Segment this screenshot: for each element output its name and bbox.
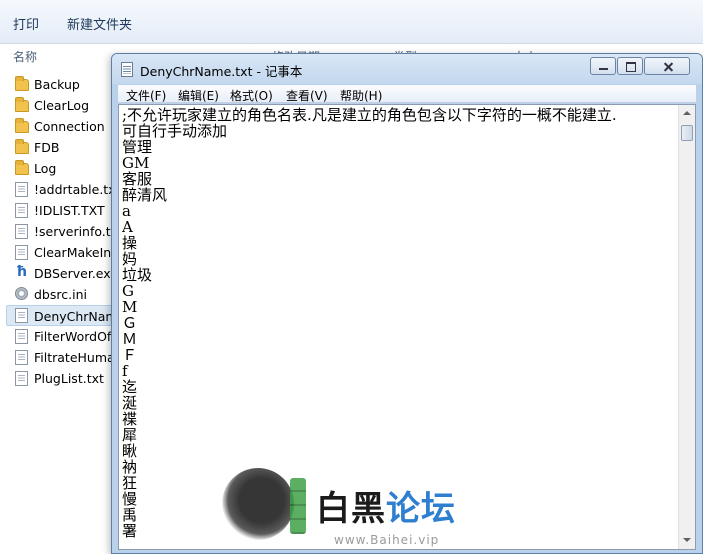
minimize-button[interactable]: [590, 57, 616, 75]
notepad-app-icon[interactable]: [121, 62, 133, 77]
file-item[interactable]: PlugList.txt: [0, 368, 114, 389]
text-file-icon: [15, 371, 28, 386]
file-name: DBServer.exe: [34, 266, 114, 281]
text-line: 客服: [122, 171, 153, 187]
text-line: f: [122, 363, 128, 379]
text-line: 褋: [122, 411, 138, 427]
text-file-icon: [15, 329, 28, 344]
file-item[interactable]: FiltrateHuman: [0, 347, 114, 368]
file-item[interactable]: DBServer.exe: [0, 263, 114, 284]
file-name: !IDLIST.TXT: [34, 203, 105, 218]
menu-bar: 文件(F) 编辑(E) 格式(O) 查看(V) 帮助(H): [118, 85, 696, 103]
explorer-toolbar: 打印 新建文件夹: [0, 0, 703, 44]
text-line: 可自行手动添加: [122, 123, 228, 139]
vertical-scrollbar[interactable]: [678, 105, 695, 549]
scroll-up-arrow-icon[interactable]: [679, 105, 695, 122]
exe-file-icon: [15, 263, 28, 283]
text-file-icon: [15, 350, 28, 365]
text-file-icon: [15, 245, 28, 260]
maximize-button[interactable]: [617, 57, 643, 75]
text-editor[interactable]: ;不允许玩家建立的角色名表.凡是建立的角色包含以下字符的一概不能建立. 可自行手动…: [118, 104, 696, 550]
text-line: 管理: [122, 139, 153, 155]
print-button[interactable]: 打印: [13, 14, 39, 33]
text-line: 犀: [122, 427, 138, 443]
scroll-down-arrow-icon[interactable]: [679, 532, 695, 549]
file-list: Backup ClearLog Connection FDB Log !addrtable…: [0, 74, 114, 389]
file-name: !serverinfo.txt: [34, 224, 114, 239]
menu-edit[interactable]: 编辑(E): [178, 87, 219, 104]
watermark-title: 白黑论坛: [316, 489, 456, 529]
file-item[interactable]: ClearLog: [0, 95, 114, 116]
text-line: 妈: [122, 251, 138, 267]
text-line: 垃圾: [122, 267, 153, 283]
editor-content[interactable]: ;不允许玩家建立的角色名表.凡是建立的角色包含以下字符的一概不能建立. 可自行手动…: [122, 107, 675, 539]
menu-format[interactable]: 格式(O): [230, 87, 273, 104]
file-name: FDB: [34, 140, 60, 155]
file-item[interactable]: FilterWordOfl: [0, 326, 114, 347]
text-file-icon: [15, 203, 28, 218]
title-bar[interactable]: DenyChrName.txt - 记事本: [112, 54, 702, 84]
text-line: 操: [122, 235, 138, 251]
ini-file-icon: [15, 287, 28, 300]
file-item[interactable]: !IDLIST.TXT: [0, 200, 114, 221]
new-folder-button[interactable]: 新建文件夹: [67, 14, 132, 33]
file-item[interactable]: Log: [0, 158, 114, 179]
text-line: a: [122, 203, 131, 219]
file-item[interactable]: Backup: [0, 74, 114, 95]
file-name: !addrtable.txt: [34, 182, 114, 197]
file-name: dbsrc.ini: [34, 287, 87, 302]
menu-help[interactable]: 帮助(H): [340, 87, 382, 104]
watermark-part2: 论坛: [386, 489, 456, 529]
watermark-bamboo-icon: [290, 478, 306, 534]
text-line: Ｍ: [122, 331, 138, 347]
file-item[interactable]: !serverinfo.txt: [0, 221, 114, 242]
column-header-name[interactable]: 名称: [13, 48, 37, 65]
folder-icon: [15, 97, 29, 112]
file-item[interactable]: ClearMakeInd: [0, 242, 114, 263]
text-line: ;不允许玩家建立的角色名表.凡是建立的角色包含以下字符的一概不能建立.: [122, 107, 617, 123]
menu-file[interactable]: 文件(F): [126, 87, 166, 104]
watermark-url: www.Baihei.vip: [334, 533, 440, 547]
folder-icon: [15, 76, 29, 91]
file-name: ClearLog: [34, 98, 90, 113]
file-item[interactable]: dbsrc.ini: [0, 284, 114, 305]
text-line: 涎: [122, 395, 138, 411]
text-file-icon: [15, 308, 28, 323]
watermark-brush-logo: [222, 468, 294, 540]
file-item[interactable]: Connection: [0, 116, 114, 137]
text-line: Ｇ: [122, 315, 138, 331]
text-file-icon: [15, 224, 28, 239]
folder-icon: [15, 139, 29, 154]
text-line: G: [122, 283, 134, 299]
text-line: GM: [122, 155, 150, 171]
file-item[interactable]: !addrtable.txt: [0, 179, 114, 200]
text-line: Ｆ: [122, 347, 138, 363]
notepad-window: DenyChrName.txt - 记事本 文件(F) 编辑(E) 格式(O) …: [111, 53, 703, 554]
file-name: ClearMakeInd: [34, 245, 114, 260]
file-name: Backup: [34, 77, 80, 92]
scrollbar-thumb[interactable]: [681, 125, 693, 141]
file-name: Log: [34, 161, 57, 176]
file-item[interactable]: FDB: [0, 137, 114, 158]
folder-icon: [15, 160, 29, 175]
file-name: Connection: [34, 119, 105, 134]
file-name: PlugList.txt: [34, 371, 104, 386]
file-name: DenyChrNam: [34, 309, 114, 324]
text-line: 瞅: [122, 443, 138, 459]
text-line: A: [122, 219, 133, 235]
text-file-icon: [15, 182, 28, 197]
menu-view[interactable]: 查看(V): [286, 87, 328, 104]
folder-icon: [15, 118, 29, 133]
window-title: DenyChrName.txt - 记事本: [140, 64, 303, 79]
text-line: 衲: [122, 459, 138, 475]
text-line: 醉清风: [122, 187, 168, 203]
file-name: FilterWordOfl: [34, 329, 114, 344]
close-button[interactable]: [644, 57, 690, 75]
watermark-part1: 白黑: [316, 489, 386, 529]
text-line: 迄: [122, 379, 138, 395]
file-name: FiltrateHuman: [34, 350, 114, 365]
file-item[interactable]: DenyChrNam: [6, 305, 114, 326]
text-line: M: [122, 299, 138, 315]
